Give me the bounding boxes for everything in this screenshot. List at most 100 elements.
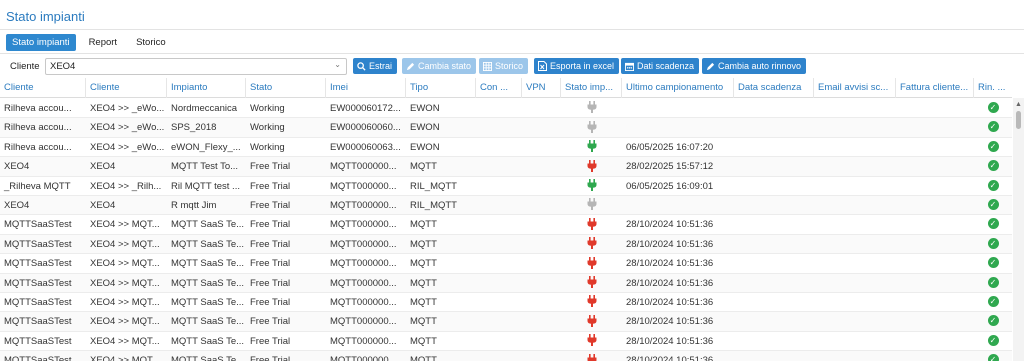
check-circle-icon: ✓ — [987, 315, 999, 327]
storico-label: Storico — [495, 61, 524, 71]
cambia-auto-rinnovo-button[interactable]: Cambia auto rinnovo — [702, 58, 807, 74]
cell-rinnovo: ✓ — [974, 196, 1012, 215]
cell-tipo: MQTT — [410, 355, 437, 361]
cell-tipo: EWON — [410, 141, 440, 153]
cell-impianto: MQTT Test To... — [171, 161, 239, 173]
table-row[interactable]: MQTTSaaSTest XEO4 >> MQT... MQTT SaaS Te..… — [0, 215, 1012, 235]
column-header-fattura-cliente[interactable]: Fattura cliente... — [896, 78, 974, 98]
vertical-scrollbar[interactable]: ▲ — [1013, 98, 1024, 361]
column-header-tipo[interactable]: Tipo — [406, 78, 476, 98]
dati-scadenza-button[interactable]: Dati scadenza — [621, 58, 700, 74]
column-header-cliente[interactable]: Cliente — [0, 78, 86, 98]
check-circle-icon: ✓ — [987, 276, 999, 288]
column-header-imei[interactable]: Imei — [326, 78, 406, 98]
cell-ultimo-campionamento — [622, 99, 734, 118]
estrai-button[interactable]: Estrai — [353, 58, 398, 74]
cell-impianto: SPS_2018 — [171, 122, 217, 134]
estrai-label: Estrai — [369, 61, 393, 71]
cell-imei: MQTT000000... — [330, 219, 397, 231]
plug-red-icon — [587, 237, 597, 250]
tab-storico[interactable]: Storico — [130, 34, 172, 51]
cell-stato: Free Trial — [250, 219, 291, 231]
scroll-up-icon[interactable]: ▲ — [1015, 101, 1022, 108]
cell-imei: MQTT000000... — [330, 316, 397, 328]
cell-imei: MQTT000000... — [330, 258, 397, 270]
column-header-vpn[interactable]: VPN — [522, 78, 561, 98]
table-row[interactable]: Rilheva accou... XEO4 >> _eWo... SPS_2018 W… — [0, 118, 1012, 138]
cell-tipo: MQTT — [410, 335, 437, 347]
check-circle-icon: ✓ — [987, 121, 999, 133]
column-header-ultimo-campionamento[interactable]: Ultimo campionamento — [622, 78, 734, 98]
table-row[interactable]: MQTTSaaSTest XEO4 >> MQT... MQTT SaaS Te..… — [0, 254, 1012, 274]
plug-gray-icon — [587, 120, 597, 133]
cell-impianto: MQTT SaaS Te... — [171, 258, 245, 270]
cell-rinnovo: ✓ — [974, 177, 1012, 196]
dati-scadenza-label: Dati scadenza — [637, 61, 695, 71]
column-header-rinnovo[interactable]: Rin. ... — [974, 78, 1012, 98]
cell-rinnovo: ✓ — [974, 351, 1012, 361]
cell-cliente: MQTTSaaSTest — [4, 316, 72, 328]
table-row[interactable]: _Rilheva MQTT XEO4 >> _Rilh... Ril MQTT te… — [0, 177, 1012, 196]
table-row[interactable]: MQTTSaaSTest XEO4 >> MQT... MQTT SaaS Te..… — [0, 273, 1012, 293]
tab-report[interactable]: Report — [83, 34, 124, 51]
cell-imei: EW000060060... — [330, 122, 401, 134]
cell-stato-impianto — [561, 293, 622, 312]
cambia-stato-button[interactable]: Cambia stato — [402, 58, 477, 74]
plug-red-icon — [587, 217, 597, 230]
column-header-cliente-path[interactable]: Cliente — [86, 78, 167, 98]
table-row[interactable]: XEO4 XEO4 MQTT Test To... Free Trial MQTT000… — [0, 157, 1012, 177]
column-header-connessione[interactable]: Con ... — [476, 78, 522, 98]
cell-imei: MQTT000000... — [330, 161, 397, 173]
plug-red-icon — [587, 159, 597, 172]
column-header-impianto[interactable]: Impianto — [167, 78, 246, 98]
column-header-stato[interactable]: Stato — [246, 78, 326, 98]
esporta-excel-label: Esporta in excel — [550, 61, 615, 71]
table-row[interactable]: Rilheva accou... XEO4 >> _eWo... eWON_Flex… — [0, 138, 1012, 158]
column-header-email-avvisi[interactable]: Email avvisi sc... — [814, 78, 896, 98]
cell-stato-impianto — [561, 99, 622, 118]
tab-bar: Stato impianti Report Storico — [6, 34, 179, 51]
tab-stato-impianti[interactable]: Stato impianti — [6, 34, 76, 51]
cell-stato: Free Trial — [250, 277, 291, 289]
pencil-icon — [705, 61, 715, 71]
cell-cliente-path: XEO4 >> _eWo... — [90, 141, 165, 153]
cell-cliente: MQTTSaaSTest — [4, 238, 72, 250]
cell-cliente: XEO4 — [4, 199, 30, 211]
plug-red-icon — [587, 295, 597, 308]
cell-tipo: MQTT — [410, 161, 437, 173]
title-divider — [0, 29, 1024, 30]
column-header-data-scadenza[interactable]: Data scadenza — [734, 78, 814, 98]
table-row[interactable]: MQTTSaaSTest XEO4 >> MQT... MQTT SaaS Te..… — [0, 351, 1012, 361]
cell-imei: EW000060172... — [330, 103, 401, 114]
cell-impianto: eWON_Flexy_... — [171, 141, 241, 153]
cell-stato-impianto — [561, 235, 622, 254]
cell-cliente: MQTTSaaSTest — [4, 296, 72, 308]
table-row[interactable]: XEO4 XEO4 R mqtt Jim Free Trial MQTT000000..… — [0, 195, 1012, 216]
table-row[interactable]: MQTTSaaSTest XEO4 >> MQT... MQTT SaaS Te..… — [0, 293, 1012, 313]
cell-cliente: Rilheva accou... — [4, 103, 72, 114]
cell-ultimo-campionamento: 06/05/2025 16:07:20 — [626, 141, 714, 153]
cliente-select-value: XEO4 — [50, 61, 76, 72]
cell-cliente: Rilheva accou... — [4, 141, 72, 153]
cell-ultimo-campionamento: 28/10/2024 10:51:36 — [626, 335, 714, 347]
table-row[interactable]: MQTTSaaSTest XEO4 >> MQT... MQTT SaaS Te..… — [0, 332, 1012, 352]
cliente-select[interactable]: XEO4 ⌄ — [45, 58, 347, 75]
table-row[interactable]: MQTTSaaSTest XEO4 >> MQT... MQTT SaaS Te..… — [0, 312, 1012, 332]
esporta-excel-button[interactable]: Esporta in excel — [534, 58, 620, 74]
cell-impianto: Nordmeccanica — [171, 103, 237, 114]
check-circle-icon: ✓ — [987, 179, 999, 191]
plug-gray-icon — [587, 101, 597, 114]
table-row[interactable]: Rilheva accou... XEO4 >> _eWo... Nordmecca… — [0, 99, 1012, 119]
table-row[interactable]: MQTTSaaSTest XEO4 >> MQT... MQTT SaaS Te..… — [0, 234, 1012, 255]
cell-stato: Working — [250, 141, 285, 153]
cell-stato: Free Trial — [250, 335, 291, 347]
cell-rinnovo: ✓ — [974, 235, 1012, 254]
scrollbar-thumb[interactable] — [1016, 111, 1021, 129]
cambia-stato-label: Cambia stato — [418, 61, 472, 71]
chevron-down-icon: ⌄ — [334, 60, 341, 69]
storico-button[interactable]: Storico — [479, 58, 529, 74]
cell-cliente-path: XEO4 >> MQT... — [90, 277, 160, 289]
excel-icon — [537, 61, 547, 71]
cell-ultimo-campionamento — [622, 118, 734, 137]
column-header-stato-impianto[interactable]: Stato imp... — [561, 78, 622, 98]
